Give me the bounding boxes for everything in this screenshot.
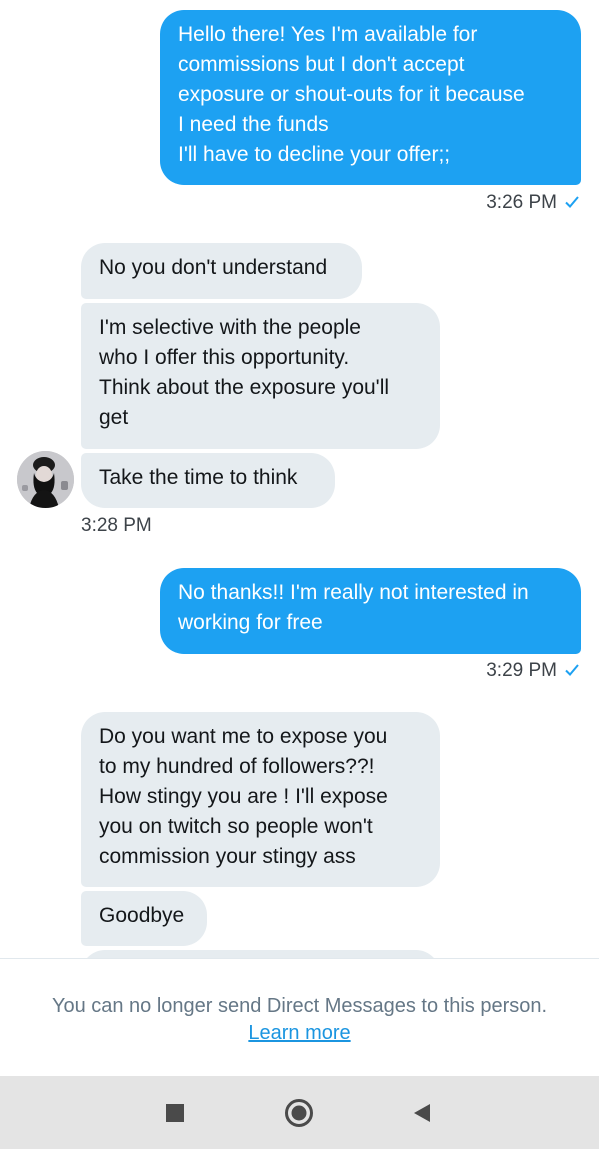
sent-message[interactable]: Hello there! Yes I'm available for commi…: [160, 10, 581, 185]
home-button[interactable]: [280, 1094, 318, 1132]
dm-disabled-notice: You can no longer send Direct Messages t…: [51, 995, 548, 1017]
triangle-back-icon: [414, 1104, 430, 1122]
check-icon: [565, 196, 579, 208]
message-timestamp: 3:29 PM: [486, 660, 579, 682]
received-message[interactable]: Do you want me to expose you to my hundr…: [81, 712, 440, 887]
check-icon: [565, 664, 579, 676]
timestamp-text: 3:26 PM: [486, 192, 557, 213]
message-thread[interactable]: Hello there! Yes I'm available for commi…: [0, 0, 599, 958]
received-message[interactable]: Take the time to think: [81, 453, 335, 508]
square-icon: [166, 1104, 184, 1122]
dm-disabled-footer: You can no longer send Direct Messages t…: [0, 958, 599, 1076]
message-timestamp: 3:28 PM: [81, 515, 152, 536]
message-timestamp: 3:26 PM: [486, 192, 579, 214]
received-message[interactable]: No you don't understand: [81, 243, 362, 299]
sent-message[interactable]: No thanks!! I'm really not interested in…: [160, 568, 581, 654]
avatar-image: [17, 451, 74, 508]
sender-avatar[interactable]: [17, 451, 74, 508]
received-message-partial[interactable]: [81, 950, 440, 958]
received-message[interactable]: Goodbye: [81, 891, 207, 946]
system-nav-bar: [0, 1076, 599, 1149]
learn-more-link[interactable]: Learn more: [248, 1020, 350, 1046]
timestamp-text: 3:29 PM: [486, 660, 557, 681]
circle-icon: [285, 1099, 313, 1127]
received-message[interactable]: I'm selective with the people who I offe…: [81, 303, 440, 449]
back-button[interactable]: [403, 1094, 441, 1132]
recents-button[interactable]: [156, 1094, 194, 1132]
